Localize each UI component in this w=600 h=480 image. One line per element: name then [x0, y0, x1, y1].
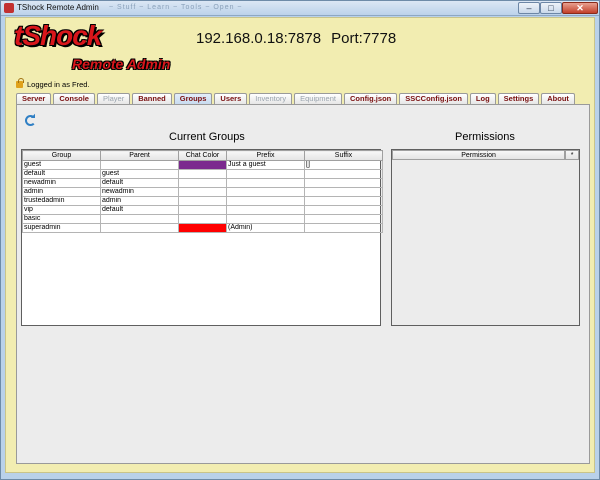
cell-suffix[interactable] [304, 214, 383, 224]
table-row[interactable]: vip default [22, 205, 383, 215]
cell-group[interactable]: admin [22, 187, 101, 197]
cell-suffix[interactable] [304, 196, 383, 206]
column-header-chat-color[interactable]: Chat Color [178, 150, 227, 161]
permissions-table[interactable]: Permission * [391, 149, 580, 326]
cell-parent[interactable] [100, 214, 179, 224]
column-header-star[interactable]: * [565, 150, 579, 160]
groups-title: Current Groups [169, 131, 245, 143]
logo-main-text: tShock [14, 20, 102, 51]
table-row[interactable]: guest Just a guest[] [22, 160, 383, 170]
tab-about[interactable]: About [541, 93, 575, 104]
column-header-prefix[interactable]: Prefix [226, 150, 305, 161]
permissions-table-header: Permission * [392, 150, 579, 160]
cell-suffix[interactable] [304, 169, 383, 179]
cell-suffix[interactable] [304, 187, 383, 197]
server-address: 192.168.0.18:7878 [196, 30, 322, 47]
app-window: TShock Remote Admin ~ Stuff ~ Learn ~ To… [0, 0, 600, 480]
cell-parent[interactable]: newadmin [100, 187, 179, 197]
column-header-parent[interactable]: Parent [100, 150, 179, 161]
cell-prefix[interactable] [226, 196, 305, 206]
groups-table-header: Group Parent Chat Color Prefix Suffix [22, 150, 383, 161]
client-area: tShock Remote Admin 192.168.0.18:7878 Por… [5, 17, 595, 473]
tab-player: Player [96, 93, 131, 104]
close-button[interactable]: ✕ [562, 2, 598, 14]
groups-table[interactable]: Group Parent Chat Color Prefix Suffix guest J… [21, 149, 383, 326]
table-row[interactable]: newadmin default [22, 178, 383, 188]
table-row[interactable]: admin newadmin [22, 187, 383, 197]
cell-group[interactable]: trustedadmin [22, 196, 101, 206]
cell-parent[interactable] [100, 223, 179, 233]
logo-sub-text: Remote Admin [72, 56, 171, 72]
tab-server[interactable]: Server [16, 93, 52, 104]
tab-users[interactable]: Users [214, 93, 248, 104]
cell-group[interactable]: basic [22, 214, 101, 224]
tab-config-json[interactable]: Config.json [343, 93, 398, 104]
tab-bar: Server Console Player Banned Groups Users Inve… [16, 93, 575, 104]
cell-chat-color-swatch[interactable] [178, 187, 227, 197]
cell-suffix[interactable] [304, 205, 383, 215]
groups-panel: Current Groups Permissions Group Parent Ch… [16, 104, 590, 464]
login-status: Logged in as Fred. [16, 78, 90, 89]
column-header-suffix[interactable]: Suffix [304, 150, 383, 161]
server-port: Port:7778 [331, 30, 397, 47]
cell-parent[interactable] [100, 160, 179, 170]
cell-parent[interactable]: default [100, 205, 179, 215]
tab-sscconfig-json[interactable]: SSCConfig.json [399, 93, 468, 104]
tshock-logo: tShock Remote Admin [14, 20, 170, 80]
cell-suffix[interactable] [304, 223, 383, 233]
cell-group[interactable]: superadmin [22, 223, 101, 233]
cell-chat-color-swatch[interactable] [178, 160, 227, 170]
cell-suffix[interactable]: [] [304, 160, 383, 170]
cell-prefix[interactable] [226, 178, 305, 188]
minimize-button[interactable]: – [518, 2, 540, 14]
column-header-permission[interactable]: Permission [392, 150, 566, 160]
cell-group[interactable]: newadmin [22, 178, 101, 188]
window-title: TShock Remote Admin [17, 3, 99, 12]
cell-group[interactable]: default [22, 169, 101, 179]
cell-chat-color-swatch[interactable] [178, 214, 227, 224]
tab-settings[interactable]: Settings [497, 93, 540, 104]
cell-prefix[interactable] [226, 169, 305, 179]
tab-console[interactable]: Console [53, 93, 95, 104]
cell-prefix[interactable] [226, 187, 305, 197]
column-header-group[interactable]: Group [22, 150, 101, 161]
permissions-title: Permissions [455, 131, 515, 143]
table-row[interactable]: basic [22, 214, 383, 224]
cell-group[interactable]: vip [22, 205, 101, 215]
tab-inventory: Inventory [249, 93, 293, 104]
table-row[interactable]: default guest [22, 169, 383, 179]
cell-parent[interactable]: guest [100, 169, 179, 179]
cell-chat-color-swatch[interactable] [178, 196, 227, 206]
cell-parent[interactable]: admin [100, 196, 179, 206]
cell-prefix[interactable]: (Admin) [226, 223, 305, 233]
cell-prefix[interactable] [226, 214, 305, 224]
cell-chat-color-swatch[interactable] [178, 223, 227, 233]
lock-icon [16, 78, 24, 88]
tab-groups[interactable]: Groups [173, 93, 213, 104]
cell-chat-color-swatch[interactable] [178, 205, 227, 215]
title-bar[interactable]: TShock Remote Admin ~ Stuff ~ Learn ~ To… [1, 1, 599, 16]
app-icon [4, 3, 14, 13]
table-row[interactable]: trustedadmin admin [22, 196, 383, 206]
server-info: 192.168.0.18:7878 Port:7778 [196, 30, 396, 47]
cell-chat-color-swatch[interactable] [178, 178, 227, 188]
cell-group[interactable]: guest [22, 160, 101, 170]
cell-suffix[interactable] [304, 178, 383, 188]
maximize-button[interactable]: □ [540, 2, 562, 14]
cell-parent[interactable]: default [100, 178, 179, 188]
tab-equipment: Equipment [294, 93, 342, 104]
table-row[interactable]: superadmin (Admin) [22, 223, 383, 233]
refresh-icon[interactable] [25, 115, 36, 126]
background-taskbar-text: ~ Stuff ~ Learn ~ Tools ~ Open ~ [109, 4, 243, 11]
cell-prefix[interactable]: Just a guest [226, 160, 305, 170]
login-status-text: Logged in as Fred. [27, 80, 90, 89]
cell-prefix[interactable] [226, 205, 305, 215]
cell-chat-color-swatch[interactable] [178, 169, 227, 179]
tab-banned[interactable]: Banned [132, 93, 172, 104]
tab-log[interactable]: Log [469, 93, 496, 104]
